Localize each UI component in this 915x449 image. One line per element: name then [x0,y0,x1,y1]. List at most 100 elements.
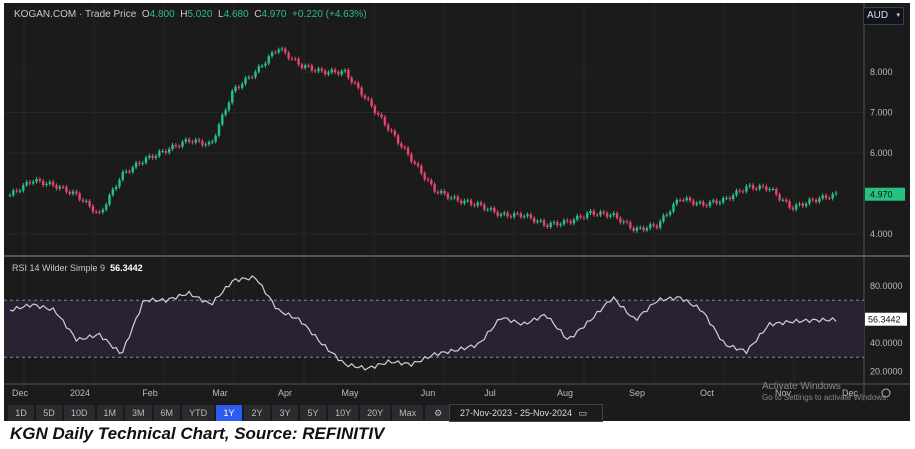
candle [396,135,400,144]
candle [668,211,672,215]
candle [579,215,582,218]
range-2y[interactable]: 2Y [244,405,271,421]
range-20y[interactable]: 20Y [360,405,391,421]
candle [327,72,330,75]
range-3y[interactable]: 3Y [272,405,299,421]
candle [513,213,516,217]
candle [390,130,393,132]
candle [187,139,191,142]
candle [778,194,781,200]
candle [615,213,619,219]
candle [363,95,367,99]
candle [158,151,161,157]
rsi-tick: 80.0000 [870,281,903,291]
settings-gear-icon[interactable]: ⚙ [425,405,452,421]
candle [41,180,45,186]
range-toolbar: 1D 5D 10D 1M 3M 6M YTD 1Y 2Y 3Y 5Y 10Y 20Y Max ⚙ [8,405,452,421]
candle [526,214,529,217]
candle [649,224,652,229]
candle [217,124,221,136]
date-tick: Sep [629,388,645,398]
candle [207,142,211,145]
candle [605,213,609,217]
candle [589,210,592,214]
candle [373,106,377,113]
candle [71,191,75,194]
candle [801,203,805,207]
candle [446,193,450,199]
candle [748,185,751,187]
range-max[interactable]: Max [392,405,424,421]
range-1y[interactable]: 1Y [216,405,243,421]
candle [612,213,615,216]
candle [436,191,440,193]
candle [794,204,798,210]
candle [416,163,420,166]
range-10y[interactable]: 10Y [328,405,359,421]
candle [785,199,788,202]
date-range-picker[interactable]: 27-Nov-2023 - 25-Nov-2024 ▭ [449,404,603,422]
candle [655,225,659,228]
candle [221,114,224,125]
range-5y[interactable]: 5Y [300,405,327,421]
candle [430,180,433,185]
candle [294,58,297,60]
date-tick: Dec [12,388,29,398]
candle [91,206,95,212]
candle [539,220,542,222]
candle [602,211,605,214]
candle [506,212,509,217]
range-ytd[interactable]: YTD [182,405,215,421]
candle [768,189,771,191]
range-1d[interactable]: 1D [8,405,34,421]
chart-canvas[interactable]: 8.000 7.000 6.000 4.000 80.0000 40.0000 20.000… [4,3,910,421]
candle [347,70,350,78]
candle [493,207,496,212]
candle [310,65,314,71]
candle [35,179,38,182]
price-tick: 6.000 [870,148,893,158]
candle [131,167,134,173]
range-3m[interactable]: 3M [125,405,152,421]
calendar-icon: ▭ [578,408,588,418]
candle [489,207,493,210]
candle [463,200,466,204]
last-price-value: 4.970 [870,190,893,200]
candle [247,77,251,79]
candle [18,190,22,192]
candle [771,188,775,190]
candle [12,190,15,196]
high-value: 5.020 [187,9,213,20]
candle [572,219,576,224]
rsi-tick: 40.0000 [870,338,903,348]
candle [304,65,307,68]
candle [731,195,735,200]
chevron-down-icon: ▾ [896,12,900,19]
candle [556,222,559,226]
candle [708,201,712,207]
currency-select[interactable]: AUD ▾ [863,7,904,25]
candle [360,87,363,96]
candle [250,77,254,79]
candle [151,155,154,158]
candle [201,141,204,146]
candle [164,150,168,153]
watermark-line2: Go to Settings to activate Windows. [762,393,889,402]
candle [479,202,483,205]
range-5d[interactable]: 5D [36,405,62,421]
candle [814,199,818,202]
candle [745,186,748,192]
candle [184,139,188,142]
candle [698,201,702,204]
date-tick: Feb [142,388,158,398]
range-10d[interactable]: 10D [64,405,95,421]
range-1m[interactable]: 1M [96,405,124,421]
chart-panel[interactable]: 8.000 7.000 6.000 4.000 80.0000 40.0000 20.000… [4,3,910,422]
range-6m[interactable]: 6M [153,405,181,421]
candle [466,200,469,202]
candle [15,190,18,192]
candle [141,162,144,164]
activate-windows-watermark: Activate Windows Go to Settings to activa… [762,381,888,403]
candle [599,211,602,216]
open-value: 4.800 [149,9,175,20]
